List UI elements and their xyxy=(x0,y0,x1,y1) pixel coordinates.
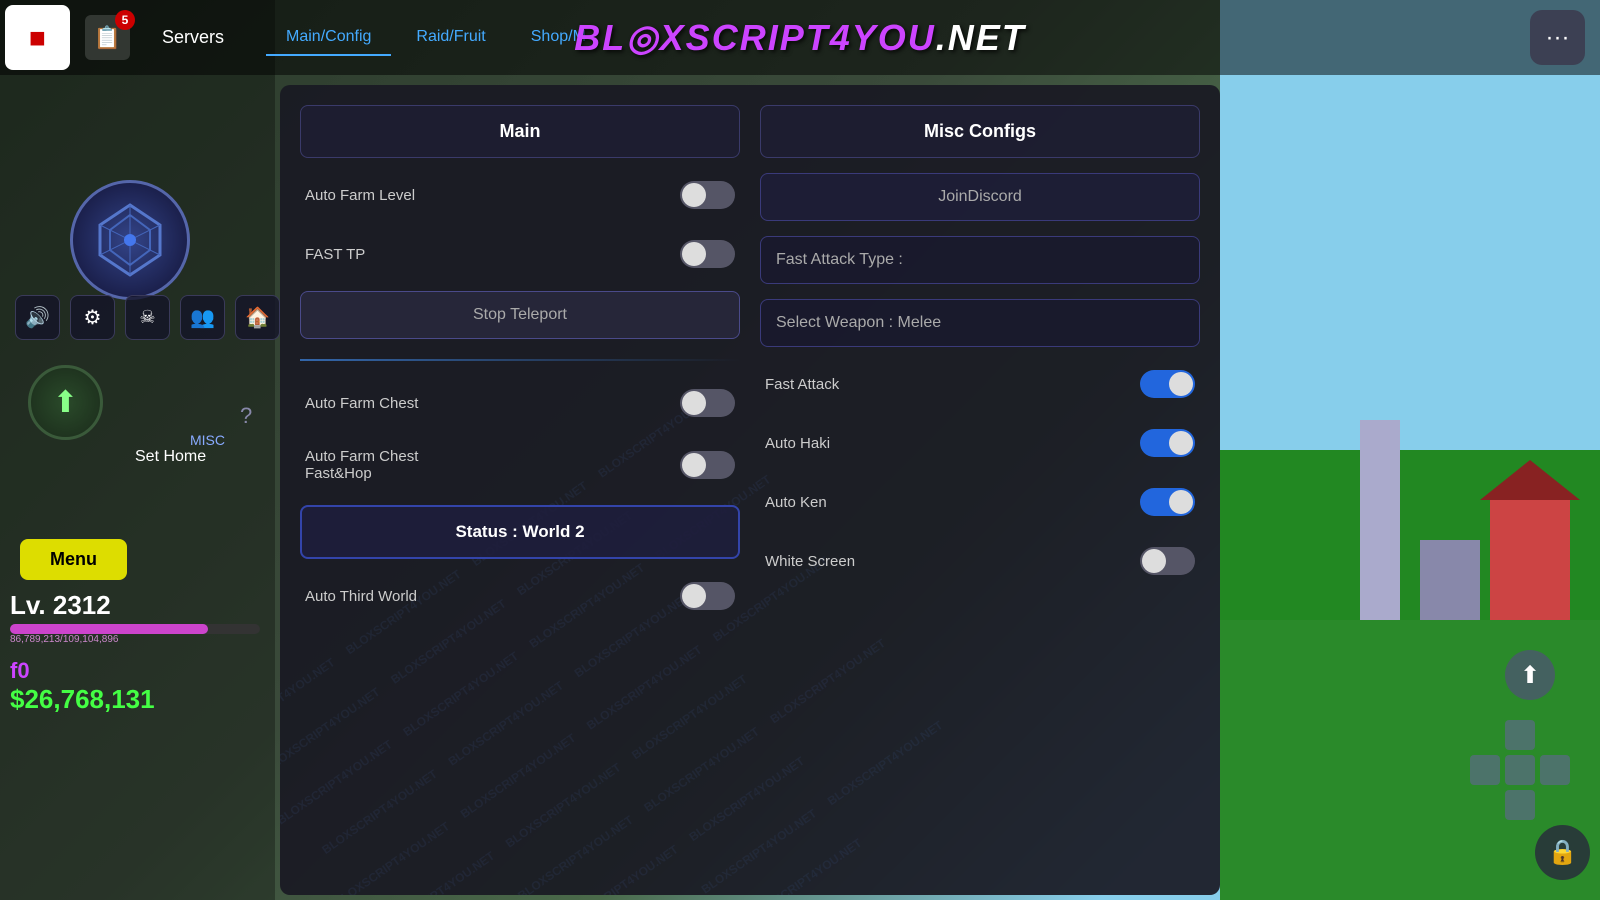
site-title: BL◎XSCRIPT4YOU.NET xyxy=(574,17,1026,59)
dpad-down[interactable] xyxy=(1505,790,1535,820)
auto-farm-chest-fast-toggle[interactable] xyxy=(680,451,735,479)
status-button[interactable]: Status : World 2 xyxy=(300,505,740,559)
white-screen-row: White Screen xyxy=(760,539,1200,583)
dpad-center xyxy=(1505,755,1535,785)
dpad-left[interactable] xyxy=(1470,755,1500,785)
auto-haki-row: Auto Haki xyxy=(760,421,1200,465)
auto-third-world-label: Auto Third World xyxy=(305,588,417,605)
roblox-logo[interactable]: ■ xyxy=(5,5,70,70)
select-weapon-dropdown[interactable]: Select Weapon : Melee xyxy=(760,299,1200,347)
divider xyxy=(300,359,740,361)
toggle-knob xyxy=(682,183,706,207)
tab-raid-fruit[interactable]: Raid/Fruit xyxy=(396,20,505,56)
level-text: Lv. 2312 xyxy=(10,590,260,621)
settings-button[interactable]: ⚙ xyxy=(70,295,115,340)
right-column: Misc Configs JoinDiscord Fast Attack Typ… xyxy=(760,105,1200,875)
auto-farm-level-toggle[interactable] xyxy=(680,181,735,209)
game-scene: ⬆ 🔒 xyxy=(1220,0,1600,900)
exp-fill xyxy=(10,624,208,634)
toggle-knob xyxy=(1142,549,1166,573)
auto-farm-chest-row: Auto Farm Chest xyxy=(300,381,740,425)
toggle-knob xyxy=(682,391,706,415)
toggle-knob xyxy=(1169,372,1193,396)
dpad xyxy=(1470,720,1570,820)
fast-tp-label: FAST TP xyxy=(305,246,365,263)
white-screen-label: White Screen xyxy=(765,553,855,570)
menu-button[interactable]: Menu xyxy=(20,539,127,580)
beli-currency: f0 $26,768,131 xyxy=(10,658,155,715)
dpad-up[interactable] xyxy=(1505,720,1535,750)
avatar-container xyxy=(70,180,190,300)
game-building-1 xyxy=(1490,500,1570,620)
main-header-button[interactable]: Main xyxy=(300,105,740,158)
script-panel: BLOXSCRIPT4YOU.NET BLOXSCRIPT4YOU.NET BL… xyxy=(280,85,1220,895)
toggle-knob xyxy=(1169,431,1193,455)
auto-farm-chest-fast-label: Auto Farm ChestFast&Hop xyxy=(305,448,418,482)
auto-farm-chest-fast-row: Auto Farm ChestFast&Hop xyxy=(300,440,740,490)
exp-bar xyxy=(10,624,260,634)
auto-farm-level-row: Auto Farm Level xyxy=(300,173,740,217)
auto-farm-chest-label: Auto Farm Chest xyxy=(305,395,418,412)
auto-haki-toggle[interactable] xyxy=(1140,429,1195,457)
toggle-knob xyxy=(682,242,706,266)
game-building-2 xyxy=(1420,540,1480,620)
right-game-panel: ⬆ 🔒 xyxy=(1220,0,1600,900)
fast-attack-type-dropdown[interactable]: Fast Attack Type : xyxy=(760,236,1200,284)
beli-amount: $26,768,131 xyxy=(10,684,155,715)
auto-ken-label: Auto Ken xyxy=(765,494,827,511)
toggle-knob xyxy=(1169,490,1193,514)
auto-ken-row: Auto Ken xyxy=(760,480,1200,524)
fast-tp-toggle[interactable] xyxy=(680,240,735,268)
sound-button[interactable]: 🔊 xyxy=(15,295,60,340)
avatar xyxy=(70,180,190,300)
game-building-roof xyxy=(1480,460,1580,500)
notification-badge: 5 xyxy=(115,10,135,30)
players-button[interactable]: 👥 xyxy=(180,295,225,340)
question-mark[interactable]: ? xyxy=(240,403,252,429)
auto-haki-label: Auto Haki xyxy=(765,435,830,452)
fast-attack-label: Fast Attack xyxy=(765,376,839,393)
nav-tabs: Main/Config Raid/Fruit Shop/M xyxy=(266,20,606,56)
beli-f0: f0 xyxy=(10,658,155,684)
set-home-label: Set Home xyxy=(135,448,206,466)
toggle-knob xyxy=(682,453,706,477)
pirate-button[interactable]: ☠ xyxy=(125,295,170,340)
toggle-knob xyxy=(682,584,706,608)
tab-main-config[interactable]: Main/Config xyxy=(266,20,391,56)
top-bar: ■ 📋 5 Servers Main/Config Raid/Fruit Sho… xyxy=(0,0,1600,75)
white-screen-toggle[interactable] xyxy=(1140,547,1195,575)
misc-configs-header-button[interactable]: Misc Configs xyxy=(760,105,1200,158)
compass[interactable]: ⬆ xyxy=(28,365,103,440)
auto-third-world-row: Auto Third World xyxy=(300,574,740,618)
up-arrow-button[interactable]: ⬆ xyxy=(1505,650,1555,700)
left-game-panel: 🔊 ⚙ ☠ 👥 🏠 ⬆ MISC ? Set Home Menu Lv. 231… xyxy=(0,0,275,900)
notification-button[interactable]: 📋 5 xyxy=(85,15,130,60)
misc-label: MISC xyxy=(190,432,225,448)
auto-farm-chest-toggle[interactable] xyxy=(680,389,735,417)
game-tower xyxy=(1360,420,1400,620)
stop-teleport-button[interactable]: Stop Teleport xyxy=(300,291,740,339)
dpad-right[interactable] xyxy=(1540,755,1570,785)
auto-third-world-toggle[interactable] xyxy=(680,582,735,610)
join-discord-button[interactable]: JoinDiscord xyxy=(760,173,1200,221)
more-button[interactable]: ··· xyxy=(1530,10,1585,65)
fast-tp-row: FAST TP xyxy=(300,232,740,276)
home-button[interactable]: 🏠 xyxy=(235,295,280,340)
avatar-icon xyxy=(90,200,170,280)
left-column: Main Auto Farm Level FAST TP Stop Telepo… xyxy=(300,105,740,875)
servers-button[interactable]: Servers xyxy=(150,19,236,56)
level-display: Lv. 2312 86,789,213/109,104,896 xyxy=(10,590,260,645)
auto-ken-toggle[interactable] xyxy=(1140,488,1195,516)
auto-farm-level-label: Auto Farm Level xyxy=(305,187,415,204)
hud-controls: 🔊 ⚙ ☠ 👥 🏠 xyxy=(15,295,280,340)
fast-attack-row: Fast Attack xyxy=(760,362,1200,406)
exp-text: 86,789,213/109,104,896 xyxy=(10,634,260,645)
lock-button[interactable]: 🔒 xyxy=(1535,825,1590,880)
fast-attack-toggle[interactable] xyxy=(1140,370,1195,398)
